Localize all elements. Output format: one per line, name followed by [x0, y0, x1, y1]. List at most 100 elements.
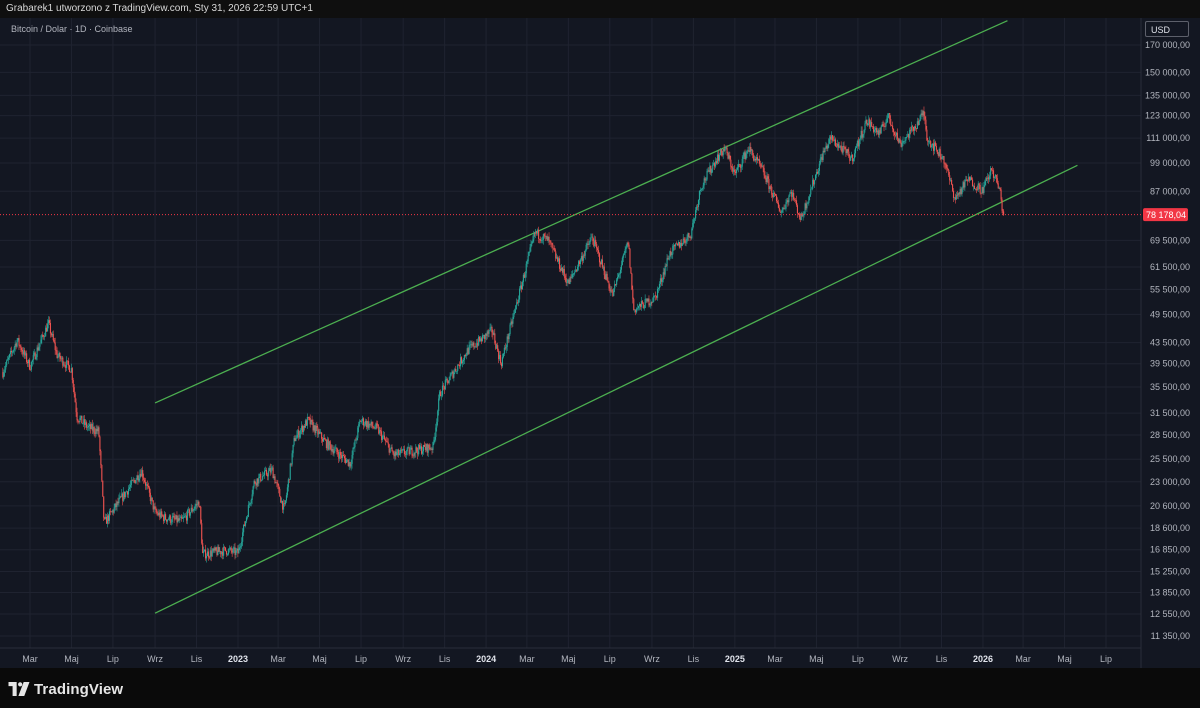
candle-body — [312, 421, 314, 431]
candle-body — [261, 479, 263, 481]
candle-body — [980, 192, 982, 194]
price-axis[interactable]: 170 000,00 150 000,00 135 000,00 123 000,00… — [1145, 40, 1190, 641]
channel-line-lower[interactable] — [154, 164, 1078, 614]
candle-body — [126, 491, 129, 495]
price-tick-label: 43 500,00 — [1150, 338, 1190, 348]
time-tick-label: 2024 — [476, 654, 496, 664]
candle-body — [322, 438, 324, 442]
candle-body — [950, 179, 952, 181]
candle-body — [615, 284, 617, 285]
time-axis[interactable]: Mar Maj Lip Wrz Lis 2023 Mar Maj Lip Wrz Lis 2024 Ma… — [22, 654, 1112, 664]
candle-body — [992, 170, 995, 178]
price-chart[interactable]: 78 178,04 170 000,00 150 000,00 135 000,00… — [0, 18, 1200, 668]
candle-body — [175, 515, 177, 520]
candle-body — [834, 139, 836, 141]
chart-area[interactable]: 78 178,04 170 000,00 150 000,00 135 000,00… — [0, 18, 1200, 668]
candle-body — [168, 515, 170, 520]
candle-body — [821, 157, 823, 160]
last-price-layer: 78 178,04 — [0, 208, 1188, 222]
candle-body — [966, 179, 968, 181]
candle-body — [425, 444, 427, 450]
top-caption-bar: Grabarek1 utworzono z TradingView.com, S… — [0, 0, 1200, 18]
candle-body — [451, 371, 453, 374]
candle-body — [165, 519, 168, 522]
candle-body — [193, 508, 195, 511]
candle-body — [404, 454, 406, 455]
candle-body — [930, 141, 932, 148]
candle-body — [171, 516, 173, 523]
candle-body — [437, 411, 439, 422]
candle-body — [786, 200, 788, 203]
candle-body — [219, 551, 221, 552]
candle-body — [74, 393, 76, 403]
candle-body — [494, 333, 496, 343]
candle-body — [555, 251, 557, 259]
candle-body — [684, 240, 686, 243]
candle-body — [574, 271, 576, 274]
candle-body — [791, 191, 793, 197]
candle-body — [188, 509, 190, 516]
candle-body — [987, 177, 989, 179]
candle-body — [551, 243, 553, 245]
candle-body — [869, 119, 871, 128]
candle-body — [491, 326, 493, 333]
candle-body — [589, 240, 591, 244]
candle-body — [247, 504, 249, 517]
candle-body — [309, 418, 311, 425]
candle-body — [314, 425, 316, 434]
candle-body — [858, 139, 860, 147]
candle-body — [92, 426, 94, 431]
candle-body — [762, 166, 764, 169]
time-tick-label: Lip — [1100, 654, 1112, 664]
candle-body — [646, 298, 648, 302]
candle-body — [209, 550, 211, 558]
candle-body — [170, 522, 172, 523]
candle-body — [38, 346, 40, 351]
candle-body — [716, 154, 719, 164]
candle-body — [192, 510, 194, 512]
candle-body — [568, 279, 570, 285]
candle-body — [701, 188, 703, 190]
candle-body — [259, 473, 261, 477]
candle-body — [329, 441, 331, 446]
candle-body — [578, 261, 581, 265]
candle-body — [746, 150, 748, 154]
candle-body — [13, 347, 15, 351]
candle-body — [657, 288, 660, 289]
candle-body — [714, 163, 716, 167]
channel-line-upper[interactable] — [154, 20, 1008, 404]
candle-body — [41, 334, 43, 340]
candle-body — [131, 480, 133, 481]
candle-body — [854, 153, 856, 159]
candle-body — [186, 510, 189, 521]
candle-body — [7, 359, 9, 361]
candle-body — [832, 135, 834, 141]
candle-body — [508, 334, 510, 340]
candle-body — [327, 439, 329, 450]
candle-body — [304, 420, 307, 428]
tradingview-brand[interactable]: TradingView — [8, 680, 123, 698]
time-tick-label: Wrz — [147, 654, 163, 664]
candle-body — [55, 349, 57, 351]
candle-body — [657, 288, 659, 298]
candle-body — [804, 203, 806, 214]
candle-body — [902, 141, 904, 143]
candle-body — [148, 487, 150, 493]
candle-body — [409, 449, 411, 455]
candle-body — [790, 191, 792, 194]
candle-body — [302, 425, 304, 433]
candle-body — [15, 343, 17, 347]
candle-body — [349, 462, 351, 467]
candle-body — [779, 211, 781, 213]
candle-body — [713, 163, 715, 165]
time-tick-label: Lip — [355, 654, 367, 664]
candle-body — [576, 269, 578, 271]
candle-body — [305, 420, 307, 426]
candle-body — [660, 278, 662, 282]
candle-body — [637, 308, 639, 309]
candle-body — [6, 360, 8, 366]
candle-body — [734, 169, 736, 172]
candle-body — [726, 147, 728, 153]
currency-button[interactable]: USD — [1145, 21, 1189, 37]
candle-body — [134, 480, 136, 484]
